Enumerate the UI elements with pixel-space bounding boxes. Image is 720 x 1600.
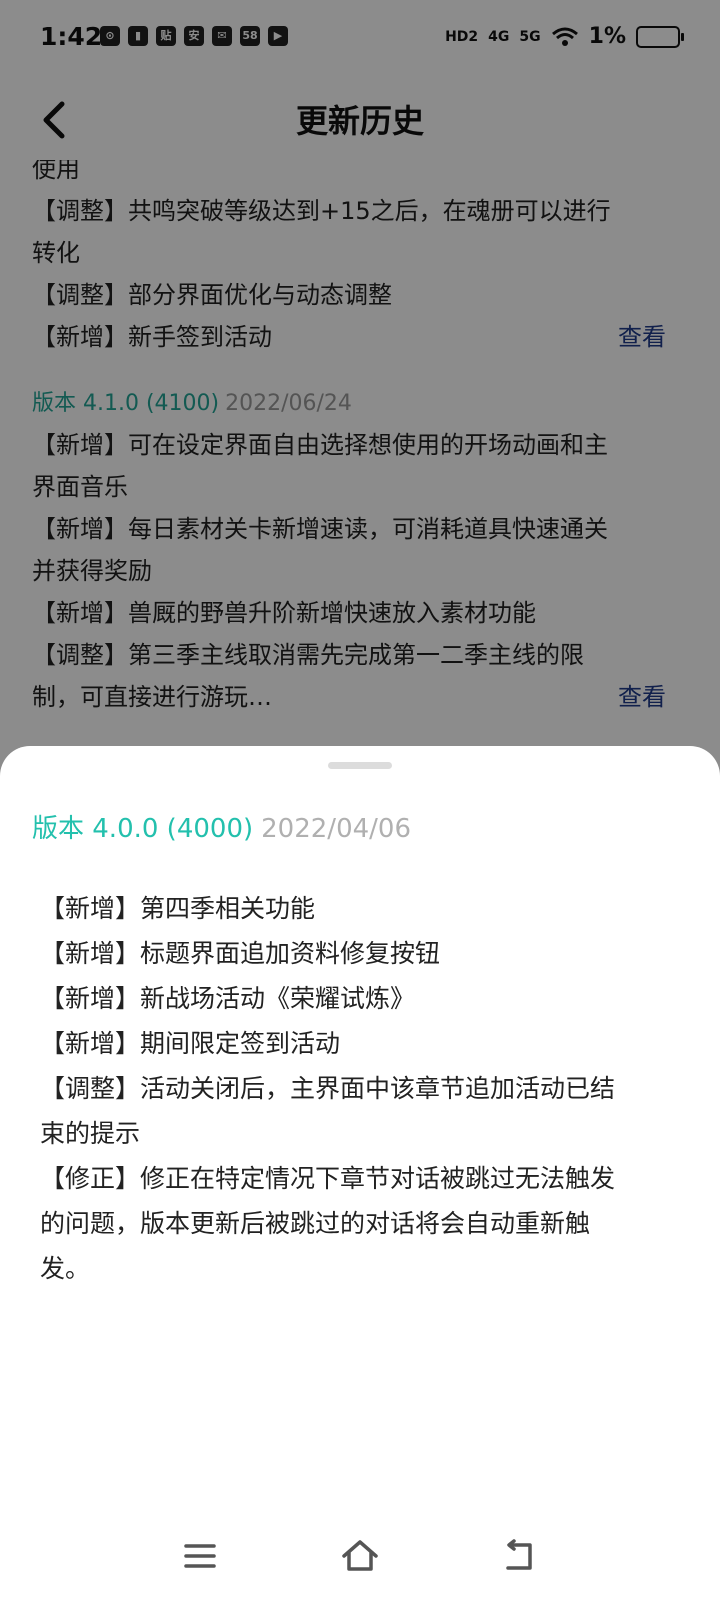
sheet-drag-handle[interactable] <box>328 762 392 769</box>
sheet-version-header: 版本 4.0.0 (4000) 2022/04/06 <box>32 808 411 845</box>
release-note-line: 【新增】标题界面追加资料修复按钮 <box>40 939 441 968</box>
back-icon[interactable] <box>500 1536 540 1576</box>
release-note-line: 【调整】活动关闭后，主界面中该章节追加活动已结 <box>40 1074 616 1103</box>
home-icon[interactable] <box>340 1536 380 1576</box>
system-nav-bar <box>0 1510 720 1600</box>
version-detail-sheet: 版本 4.0.0 (4000) 2022/04/06 【新增】第四季相关功能 【新… <box>0 746 720 1600</box>
release-note-line: 发。 <box>40 1254 91 1283</box>
release-note-line: 【新增】第四季相关功能 <box>40 894 316 923</box>
release-notes: 【新增】第四季相关功能 【新增】标题界面追加资料修复按钮 【新增】新战场活动《荣… <box>40 886 680 1291</box>
menu-icon[interactable] <box>180 1536 220 1576</box>
sheet-version-number: 版本 4.0.0 (4000) <box>32 814 254 844</box>
release-note-line: 【新增】期间限定签到活动 <box>40 1029 341 1058</box>
release-note-line: 【修正】修正在特定情况下章节对话被跳过无法触发 <box>40 1164 616 1193</box>
release-note-line: 束的提示 <box>40 1119 141 1148</box>
sheet-version-date: 2022/04/06 <box>261 814 411 844</box>
release-note-line: 【新增】新战场活动《荣耀试炼》 <box>40 984 416 1013</box>
release-note-line: 的问题，版本更新后被跳过的对话将会自动重新触 <box>40 1209 591 1238</box>
